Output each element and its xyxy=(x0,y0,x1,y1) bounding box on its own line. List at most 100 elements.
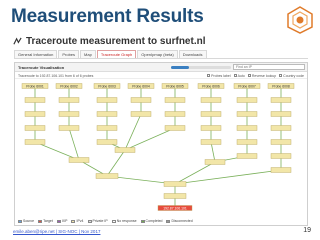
hop-node[interactable] xyxy=(96,125,118,131)
hop-node[interactable] xyxy=(270,111,292,117)
option-auto[interactable]: Auto xyxy=(233,74,245,78)
traceroute-graph[interactable]: Probe 6001 Probe 6002 Probe 6003 Probe 6004… xyxy=(15,80,307,218)
hop-node[interactable] xyxy=(200,139,222,145)
hop-node[interactable] xyxy=(236,153,258,159)
legend-item: Completed xyxy=(140,219,163,223)
legend-swatch xyxy=(18,219,22,223)
legend-swatch xyxy=(71,219,76,223)
hop-node[interactable] xyxy=(270,167,292,173)
hop-node[interactable] xyxy=(270,97,292,103)
hop-node[interactable] xyxy=(24,111,46,117)
option-reverse-lookup[interactable]: Reverse lookup xyxy=(247,74,276,78)
option-country-code[interactable]: Country code xyxy=(279,74,304,78)
slide-title: Measurement Results xyxy=(11,6,204,27)
hop-node[interactable] xyxy=(200,97,222,103)
hop-node[interactable] xyxy=(58,111,80,117)
probe-node[interactable]: Probe 6004 xyxy=(127,83,155,89)
legend-item: Source xyxy=(18,219,34,223)
hop-node[interactable] xyxy=(95,173,119,179)
graph-edge xyxy=(124,127,176,151)
tab-openipmap[interactable]: OpenIpmap (beta) xyxy=(137,50,178,58)
graph-edge xyxy=(106,149,126,177)
probe-node[interactable]: Probe 6003 xyxy=(93,83,121,89)
hop-node[interactable] xyxy=(24,97,46,103)
tab-bar: General Information Probes Map Tracerout… xyxy=(14,50,308,59)
legend-label: No response xyxy=(116,219,137,223)
probe-node[interactable]: Probe 6002 xyxy=(55,83,83,89)
tab-general-information[interactable]: General Information xyxy=(14,50,58,58)
hop-node[interactable] xyxy=(200,125,222,131)
hop-node[interactable] xyxy=(164,97,186,103)
hop-node[interactable] xyxy=(204,159,226,165)
hop-node[interactable] xyxy=(58,125,80,131)
traceroute-panel: Traceroute Visualisation Traceroute to 1… xyxy=(14,62,308,226)
hop-node[interactable] xyxy=(24,125,46,131)
hop-node[interactable] xyxy=(96,139,118,145)
tab-traceroute-graph[interactable]: Traceroute Graph xyxy=(96,50,137,58)
legend-label: Source xyxy=(23,219,35,223)
hop-node[interactable] xyxy=(236,111,258,117)
tab-map[interactable]: Map xyxy=(80,50,96,58)
probe-node[interactable]: Probe 6006 xyxy=(197,83,225,89)
hop-node[interactable] xyxy=(236,125,258,131)
hop-node[interactable] xyxy=(164,111,186,117)
graph-node-label: Probe 6008 xyxy=(272,84,290,88)
panel-info-row: Traceroute to 192.87.106.101 from 6 of 6… xyxy=(15,72,307,79)
graph-node-label: 192.87.106.101 xyxy=(163,206,187,210)
graph-node-label: Probe 6002 xyxy=(60,84,78,88)
page-heading-text: Traceroute measurement to surfnet.nl xyxy=(26,36,206,47)
hop-node[interactable] xyxy=(236,97,258,103)
graph-node-label: Probe 6005 xyxy=(166,84,184,88)
hop-node[interactable] xyxy=(270,139,292,145)
search-input[interactable] xyxy=(233,64,305,70)
graph-edge xyxy=(68,127,80,161)
graph-edge xyxy=(174,169,282,185)
hop-node[interactable] xyxy=(163,193,187,199)
hop-node[interactable] xyxy=(130,97,152,103)
hop-node[interactable] xyxy=(24,139,46,145)
probe-node[interactable]: Probe 6001 xyxy=(21,83,49,89)
tab-downloads[interactable]: Downloads xyxy=(178,50,207,58)
hop-node[interactable] xyxy=(130,111,152,117)
hop-node[interactable] xyxy=(96,97,118,103)
legend-swatch xyxy=(56,219,61,223)
hop-node[interactable] xyxy=(58,97,80,103)
legend-swatch xyxy=(38,219,43,223)
graph-nodes: Probe 6001 Probe 6002 Probe 6003 Probe 6004… xyxy=(21,83,295,211)
legend-item: No response xyxy=(111,219,137,223)
hop-node[interactable] xyxy=(200,111,222,117)
target-node[interactable]: 192.87.106.101 xyxy=(157,205,193,211)
legend-swatch xyxy=(166,219,171,223)
hop-node[interactable] xyxy=(163,181,187,187)
hop-node[interactable] xyxy=(236,139,258,145)
tab-probes[interactable]: Probes xyxy=(58,50,80,58)
hop-node[interactable] xyxy=(270,125,292,131)
legend-swatch xyxy=(140,219,145,223)
footer-contact-link[interactable]: emile.aben@ripe.net | SIG-NOC | Nov 2017 xyxy=(13,229,100,234)
traceroute-icon xyxy=(13,37,22,45)
legend-label: Target xyxy=(43,219,53,223)
hop-node[interactable] xyxy=(164,125,186,131)
panel-title: Traceroute Visualisation xyxy=(18,65,65,70)
hop-node[interactable] xyxy=(114,147,136,153)
option-probes-label[interactable]: Probes label xyxy=(207,74,231,78)
legend-item: Disconnected xyxy=(166,219,193,223)
zoom-slider[interactable] xyxy=(171,66,231,69)
hop-node[interactable] xyxy=(270,153,292,159)
legend-item: IPv4 xyxy=(71,219,84,223)
legend-label: Completed xyxy=(145,219,163,223)
hop-node[interactable] xyxy=(96,111,118,117)
probe-node[interactable]: Probe 6007 xyxy=(233,83,261,89)
hop-node[interactable] xyxy=(68,157,90,163)
probe-node[interactable]: Probe 6005 xyxy=(161,83,189,89)
legend-swatch xyxy=(87,219,92,223)
probe-node[interactable]: Probe 6008 xyxy=(267,83,295,89)
graph-node-label: Probe 6001 xyxy=(26,84,44,88)
legend-item: IXP xyxy=(56,219,68,223)
legend-swatch xyxy=(111,219,116,223)
graph-node-label: Probe 6003 xyxy=(98,84,116,88)
legend-label: IXP xyxy=(61,219,68,223)
page-heading: Traceroute measurement to surfnet.nl xyxy=(13,36,206,47)
legend-label: IPv4 xyxy=(76,219,84,223)
legend-item: Target xyxy=(38,219,53,223)
